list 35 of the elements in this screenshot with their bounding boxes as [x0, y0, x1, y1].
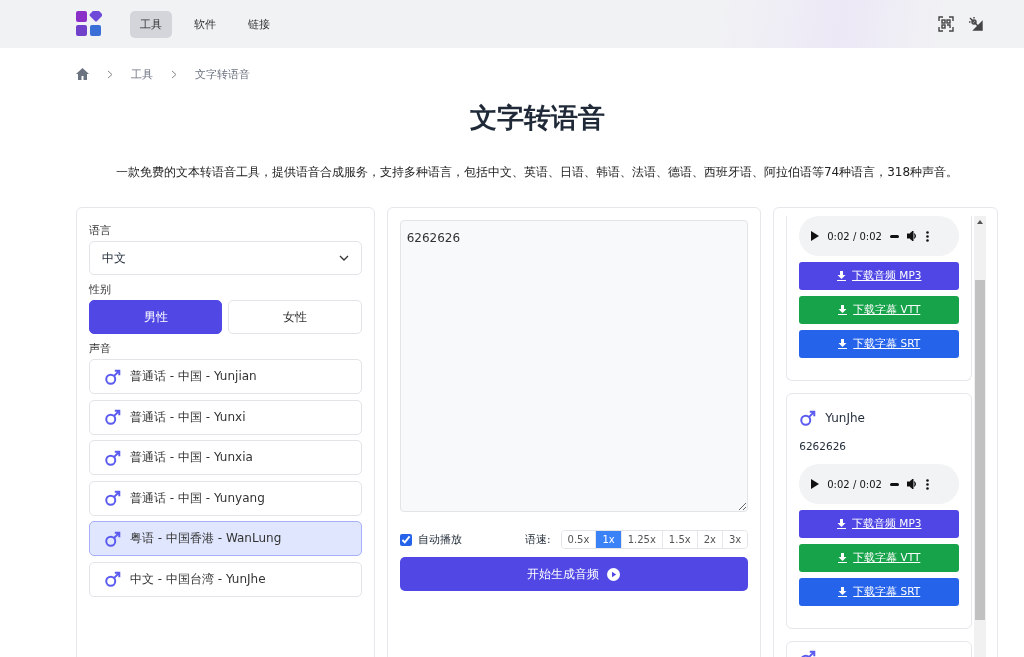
voice-option[interactable]: 粤语 - 中国香港 - WanLung: [89, 521, 362, 556]
download-button[interactable]: 下载音频 MP3: [799, 262, 960, 290]
field-label: 性别: [89, 283, 112, 297]
language-select[interactable]: 中文: [89, 241, 362, 275]
audio-time: 0:02 / 0:02: [827, 478, 882, 490]
field-label: 语言: [89, 224, 112, 238]
audio-player[interactable]: 0:02 / 0:02: [799, 216, 960, 256]
audio-player[interactable]: 0:02 / 0:02: [799, 464, 960, 504]
speed-option[interactable]: 1x: [595, 531, 621, 548]
breadcrumb-item: 文字转语音: [195, 66, 250, 82]
generate-button[interactable]: 开始生成音频: [399, 557, 749, 591]
voice-option[interactable]: 普通话 - 中国 - Yunxia: [89, 440, 362, 475]
download-button[interactable]: 下载字幕 SRT: [799, 578, 960, 606]
gender-option[interactable]: 女性: [228, 300, 362, 334]
speed-label: 语速:: [525, 532, 551, 547]
speed-option[interactable]: 3x: [721, 531, 748, 548]
voice-option[interactable]: 普通话 - 中国 - Yunxi: [89, 399, 362, 435]
text-input-field[interactable]: 6262626: [399, 220, 749, 512]
page-title: 文字转语音: [468, 101, 606, 135]
voice-name: YunJhe: [825, 411, 865, 425]
checkbox-label: 自动播放: [417, 532, 462, 547]
field-label: 声音: [89, 342, 112, 356]
download-button[interactable]: 下载音频 MP3: [799, 510, 960, 538]
nav-tab[interactable]: 工具: [130, 10, 172, 38]
result-text: 6262626: [799, 440, 847, 452]
voice-option[interactable]: 中文 - 中国台湾 - YunJhe: [89, 561, 362, 597]
page-description: 一款免费的文本转语音工具，提供语音合成服务，支持多种语言，包括中文、英语、日语、韩语、法语、德语、西班牙语、阿拉伯语等74种语言，318种声音。: [114, 164, 960, 181]
nav-tab[interactable]: 软件: [184, 10, 226, 38]
voice-option[interactable]: 普通话 - 中国 - Yunjian: [89, 359, 362, 394]
download-button[interactable]: 下载字幕 SRT: [799, 330, 960, 358]
breadcrumb-item[interactable]: 工具: [131, 66, 153, 82]
voice-option[interactable]: 普通话 - 中国 - Yunyang: [89, 480, 362, 516]
nav-tab[interactable]: 链接: [238, 10, 280, 38]
gender-option[interactable]: 男性: [89, 300, 223, 334]
audio-time: 0:02 / 0:02: [827, 230, 882, 242]
